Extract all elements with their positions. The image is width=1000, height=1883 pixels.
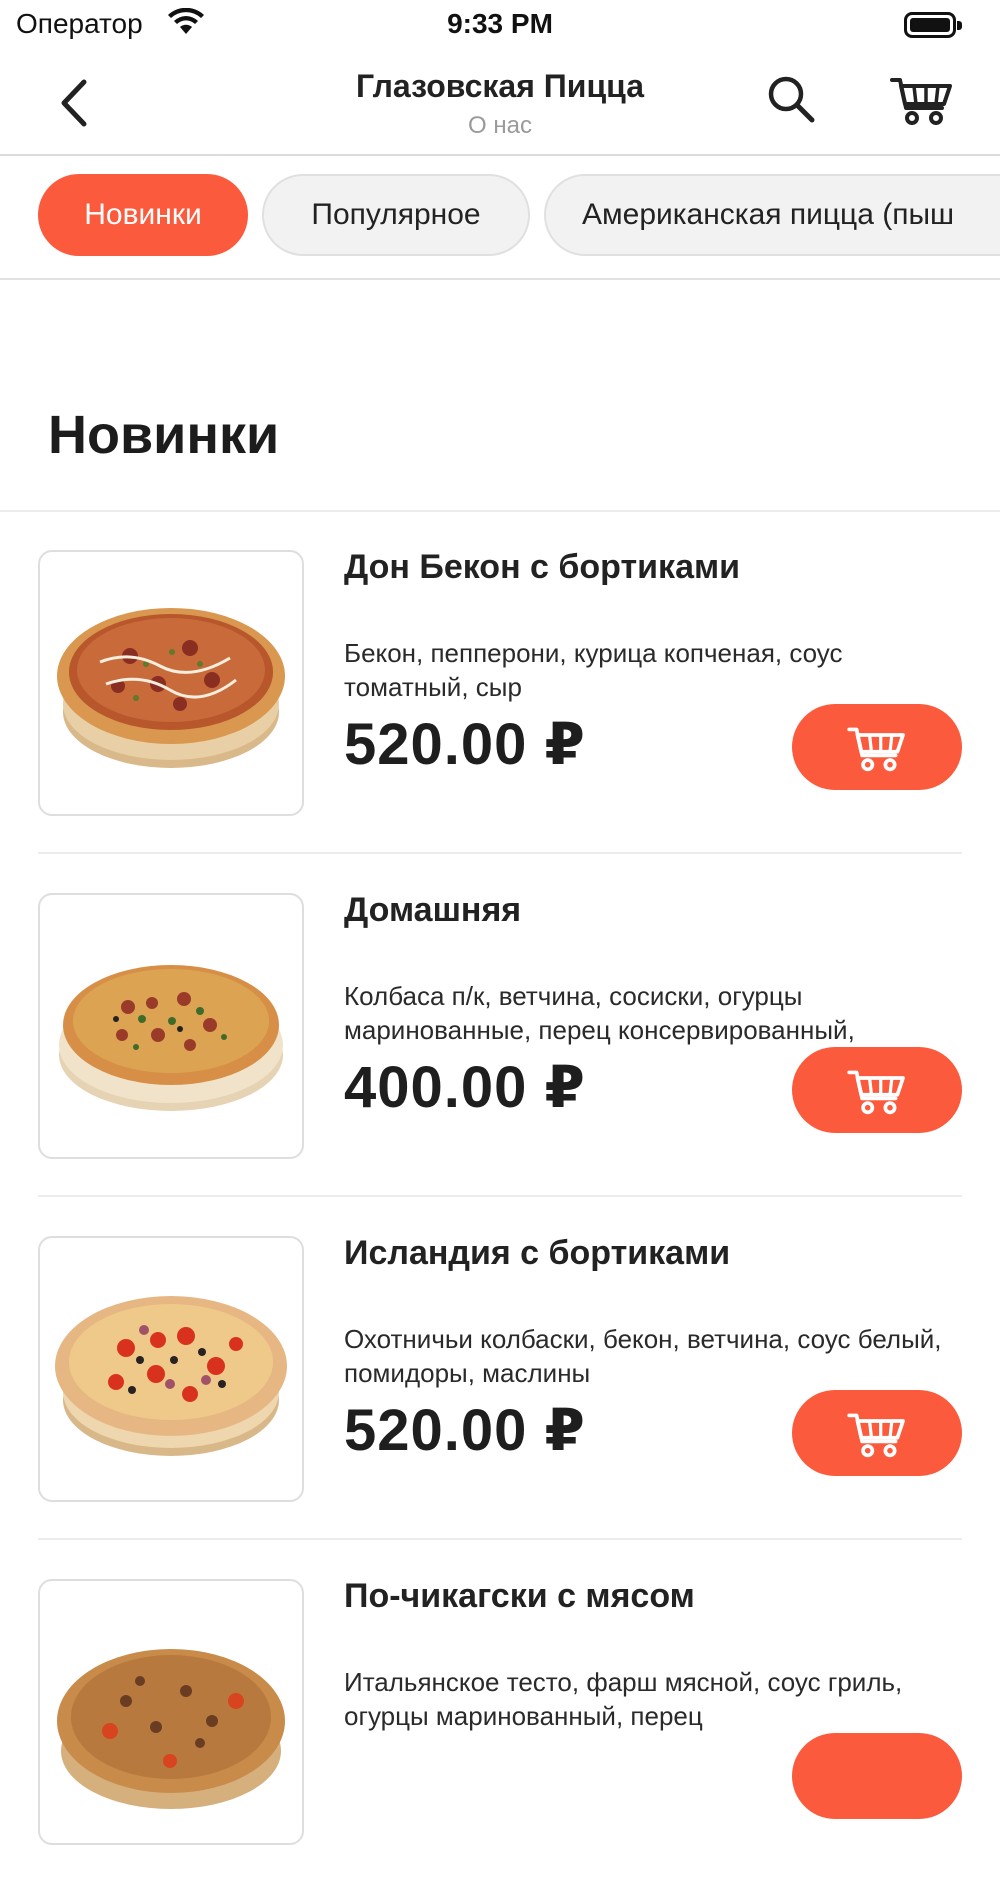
divider [38, 1538, 962, 1540]
divider [38, 852, 962, 854]
divider [38, 1195, 962, 1197]
product-description: Колбаса п/к, ветчина, сосиски, огурцы ма… [344, 981, 855, 1045]
product-price: 520.00 ₽ [344, 1398, 586, 1463]
product-description: Охотничьи колбаски, бекон, ветчина, соус… [344, 1324, 942, 1388]
pizza-image [38, 1236, 304, 1502]
category-tabs: Новинки Популярное Американская пицца (п… [0, 156, 1000, 280]
cart-icon [847, 727, 905, 772]
section-title: Новинки [48, 405, 280, 465]
product-name: Дон Бекон с бортиками [344, 548, 741, 586]
product-card[interactable]: Исландия с бортиками Охотничьи колбаски,… [0, 1198, 1000, 1540]
product-description: Бекон, пепперони, курица копченая, соус … [344, 638, 843, 702]
page-title: Глазовская Пицца [356, 68, 644, 104]
product-card[interactable]: По-чикагски с мясом Итальянское тесто, ф… [0, 1541, 1000, 1883]
product-name: По-чикагски с мясом [344, 1577, 695, 1615]
category-chip-popular[interactable]: Популярное [262, 174, 530, 256]
cart-icon [847, 1413, 905, 1458]
pizza-image [38, 550, 304, 816]
pizza-image [38, 1579, 304, 1845]
product-name: Домашняя [344, 891, 522, 929]
pizza-image [38, 893, 304, 1159]
product-price: 400.00 ₽ [344, 1055, 586, 1120]
product-description: Итальянское тесто, фарш мясной, соус гри… [344, 1667, 903, 1731]
cart-icon [847, 1070, 905, 1115]
battery-icon [904, 12, 962, 38]
about-link[interactable]: О нас [0, 112, 1000, 140]
status-bar: Оператор 9:33 PM [0, 0, 1000, 50]
clock: 9:33 PM [447, 8, 553, 39]
product-card[interactable]: Домашняя Колбаса п/к, ветчина, сосиски, … [0, 855, 1000, 1197]
add-to-cart-button[interactable] [792, 704, 962, 790]
product-card[interactable]: Дон Бекон с бортиками Бекон, пепперони, … [0, 512, 1000, 854]
category-chip-novinki[interactable]: Новинки [38, 174, 248, 256]
search-icon [768, 76, 815, 123]
cart-icon [890, 78, 952, 125]
add-to-cart-button[interactable] [792, 1390, 962, 1476]
navigation-bar: Глазовская Пицца О нас [0, 50, 1000, 156]
cart-button[interactable] [890, 72, 954, 128]
add-to-cart-button[interactable] [792, 1047, 962, 1133]
category-chip-american-pizza[interactable]: Американская пицца (пыш [544, 174, 1000, 256]
product-price: 520.00 ₽ [344, 712, 586, 777]
product-name: Исландия с бортиками [344, 1234, 731, 1272]
add-to-cart-button[interactable] [792, 1733, 962, 1819]
search-button[interactable] [764, 72, 820, 128]
